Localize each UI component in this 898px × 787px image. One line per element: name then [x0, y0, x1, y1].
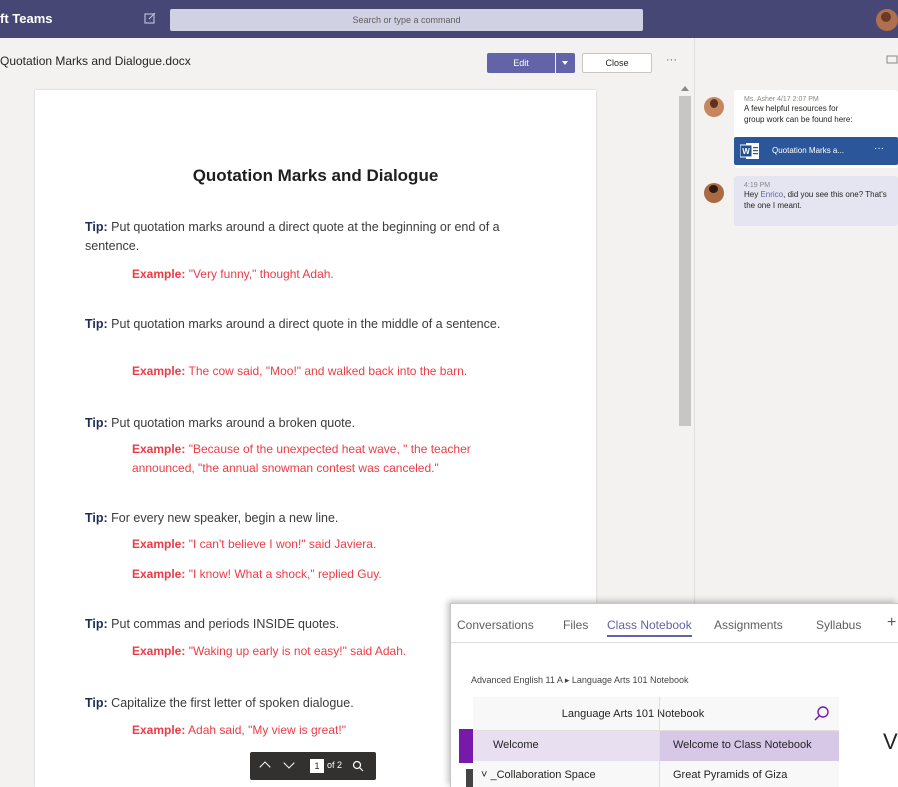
example-label: Example:	[132, 442, 186, 456]
section-collaboration-space[interactable]: ˅ _Collaboration Space	[481, 769, 596, 781]
tip-label: Tip:	[85, 416, 108, 430]
file-attachment-card[interactable]: W Quotation Marks a... ···	[734, 137, 898, 165]
close-button[interactable]: Close	[582, 53, 652, 73]
app-title: ft Teams	[0, 11, 53, 26]
notebook-panel: Advanced English 11 A ▸ Language Arts 10…	[451, 642, 898, 787]
more-options-button[interactable]: ···	[666, 54, 677, 66]
scrollbar-thumb[interactable]	[679, 96, 691, 426]
page-label: Welcome to Class Notebook	[673, 739, 812, 751]
svg-text:W: W	[742, 147, 750, 156]
example-paragraph: Example: "I know! What a shock," replied…	[132, 565, 532, 584]
file-name: Quotation Marks and Dialogue.docx	[0, 54, 191, 68]
example-text: "Very funny," thought Adah.	[188, 267, 334, 281]
tip-paragraph: Tip: For every new speaker, begin a new …	[85, 509, 535, 528]
channel-tabs: Conversations Files Class Notebook Assig…	[451, 604, 898, 642]
message-meta: 4:19 PM	[744, 182, 771, 189]
example-label: Example:	[132, 364, 186, 378]
edit-button[interactable]: Edit	[487, 53, 555, 73]
tab-conversations[interactable]: Conversations	[457, 618, 534, 632]
document-title: Quotation Marks and Dialogue	[192, 166, 439, 185]
add-tab-button[interactable]: +	[887, 614, 896, 632]
section-label: Welcome	[493, 739, 539, 751]
mention-link[interactable]: Enrico	[760, 190, 783, 199]
section-color-tab	[466, 769, 473, 787]
example-label: Example:	[132, 267, 186, 281]
scroll-up-arrow-icon[interactable]	[681, 86, 689, 91]
tip-text: Capitalize the first letter of spoken di…	[111, 696, 354, 710]
tip-paragraph: Tip: Put quotation marks around a direct…	[85, 315, 535, 334]
example-label: Example:	[132, 644, 186, 658]
example-paragraph: Example: "Very funny," thought Adah.	[132, 265, 532, 284]
compose-icon[interactable]	[143, 11, 157, 25]
example-text: "I know! What a shock," replied Guy.	[188, 567, 382, 581]
message-text: A few helpful resources for group work c…	[744, 104, 853, 124]
example-paragraph: Example: "Because of the unexpected heat…	[132, 440, 532, 478]
tip-label: Tip:	[85, 511, 108, 525]
class-notebook-overlay: Conversations Files Class Notebook Assig…	[450, 603, 898, 787]
app-header-bar: ft Teams Search or type a command	[0, 0, 898, 38]
avatar[interactable]	[704, 183, 724, 203]
page-content-preview: V	[883, 729, 898, 754]
next-page-icon[interactable]	[282, 760, 298, 772]
example-text: Adah said, "My view is great!"	[188, 723, 346, 737]
example-text: "Waking up early is not easy!" said Adah…	[188, 644, 407, 658]
previous-page-icon[interactable]	[258, 760, 274, 772]
tip-label: Tip:	[85, 317, 108, 331]
tip-label: Tip:	[85, 220, 108, 234]
breadcrumb[interactable]: Advanced English 11 A ▸ Language Arts 10…	[471, 675, 689, 686]
tip-label: Tip:	[85, 696, 108, 710]
search-icon[interactable]	[813, 705, 831, 723]
tip-text: Put quotation marks around a direct quot…	[111, 317, 501, 331]
zoom-icon[interactable]	[351, 759, 365, 773]
section-color-tab	[459, 729, 473, 763]
tab-assignments[interactable]: Assignments	[714, 618, 783, 632]
tip-paragraph: Tip: Put quotation marks around a direct…	[85, 218, 535, 256]
tip-label: Tip:	[85, 617, 108, 631]
page-total: of 2	[327, 760, 343, 770]
file-header: Quotation Marks and Dialogue.docx Edit C…	[0, 38, 694, 84]
attachment-more-button[interactable]: ···	[874, 143, 884, 154]
example-label: Example:	[132, 537, 186, 551]
tip-text: Put commas and periods INSIDE quotes.	[111, 617, 340, 631]
list-item: ˅ _Collaboration Space Great Pyramids of…	[473, 761, 839, 787]
page-great-pyramids[interactable]: Great Pyramids of Giza	[673, 769, 787, 781]
tip-text: Put quotation marks around a broken quot…	[111, 416, 356, 430]
word-file-icon: W	[740, 143, 759, 159]
search-input[interactable]: Search or type a command	[170, 9, 643, 31]
edit-dropdown-button[interactable]	[556, 53, 575, 73]
tip-text: For every new speaker, begin a new line.	[111, 511, 339, 525]
avatar[interactable]	[704, 97, 724, 117]
example-text: The cow said, "Moo!" and walked back int…	[188, 364, 468, 378]
page-number-input[interactable]: 1	[310, 759, 324, 773]
page-welcome-to-class-notebook[interactable]: Welcome to Class Notebook	[659, 731, 839, 761]
notebook-header: Language Arts 101 Notebook	[473, 697, 839, 731]
tip-paragraph: Tip: Put quotation marks around a broken…	[85, 414, 535, 433]
tab-class-notebook[interactable]: Class Notebook	[607, 618, 692, 637]
tab-syllabus[interactable]: Syllabus	[816, 618, 861, 632]
section-welcome[interactable]: Welcome	[473, 731, 659, 761]
example-label: Example:	[132, 567, 186, 581]
tab-files[interactable]: Files	[563, 618, 588, 632]
column-divider	[659, 697, 660, 787]
notebook-title: Language Arts 101 Notebook	[561, 708, 705, 720]
attachment-name: Quotation Marks a...	[772, 146, 845, 155]
page-navigator: 1 of 2	[250, 752, 376, 780]
example-label: Example:	[132, 723, 186, 737]
chat-message: 4:19 PM Hey Enrico, did you see this one…	[734, 176, 898, 226]
example-paragraph: Example: The cow said, "Moo!" and walked…	[132, 362, 532, 381]
user-avatar[interactable]	[876, 9, 898, 31]
message-meta: Ms. Asher 4/17 2:07 PM	[744, 96, 819, 103]
message-text: Hey Enrico, did you see this one? That's…	[744, 190, 887, 210]
tip-text: Put quotation marks around a direct quot…	[85, 220, 500, 253]
example-paragraph: Example: "I can't believe I won!" said J…	[132, 535, 532, 554]
chat-icon[interactable]	[886, 55, 898, 65]
example-text: "I can't believe I won!" said Javiera.	[188, 537, 377, 551]
